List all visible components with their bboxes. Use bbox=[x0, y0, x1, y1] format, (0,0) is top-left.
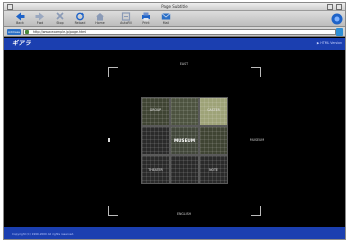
back-button[interactable]: Back bbox=[12, 12, 28, 26]
cell-label: NOTE bbox=[209, 168, 218, 172]
frame-corner-top-right bbox=[251, 67, 261, 77]
back-label: Back bbox=[16, 21, 24, 25]
copyright-text: Copyright (C) 1999-2000 All rights reser… bbox=[12, 232, 75, 236]
map-cell[interactable] bbox=[199, 126, 228, 155]
map-cell-museum[interactable]: MUSEUM bbox=[170, 126, 199, 155]
autofill-label: AutoFill bbox=[120, 21, 132, 25]
stop-button[interactable]: Stop bbox=[52, 12, 68, 26]
autofill-button[interactable]: AutoFill bbox=[118, 12, 134, 26]
cell-label: THEATER bbox=[148, 168, 163, 172]
print-icon bbox=[142, 12, 150, 21]
forward-button[interactable]: Fwd bbox=[32, 12, 48, 26]
forward-label: Fwd bbox=[36, 21, 44, 25]
mail-label: Mail bbox=[162, 21, 170, 25]
map-cell-caster[interactable]: CASTER bbox=[199, 97, 228, 126]
go-button[interactable] bbox=[336, 28, 343, 36]
map-area: EAST ENGLISH MUSEUM GROUP CASTER MUSEUM bbox=[4, 50, 345, 227]
map-cell[interactable] bbox=[170, 97, 199, 126]
site-header: ギアラ ▶ HTML Version bbox=[4, 38, 345, 50]
url-field[interactable]: http://www.example.jp/page.html bbox=[23, 29, 336, 35]
frame-corner-top-left bbox=[108, 67, 118, 77]
print-button[interactable]: Print bbox=[138, 12, 154, 26]
mail-icon bbox=[161, 13, 171, 20]
forward-arrow-icon bbox=[35, 12, 44, 21]
home-label: Home bbox=[95, 21, 105, 25]
map-cell-theater[interactable]: THEATER bbox=[141, 155, 170, 184]
browser-window: Page Subtitle Back Fwd Stop Reload Home … bbox=[3, 2, 346, 240]
stop-icon bbox=[56, 12, 64, 20]
home-icon bbox=[96, 13, 104, 21]
north-link[interactable]: EAST bbox=[164, 62, 204, 66]
south-link[interactable]: ENGLISH bbox=[164, 212, 204, 216]
browser-toolbar: Back Fwd Stop Reload Home AutoFill Print bbox=[4, 11, 345, 27]
east-link[interactable]: MUSEUM bbox=[242, 138, 272, 142]
cell-label: MUSEUM bbox=[173, 138, 195, 143]
reload-button[interactable]: Reload bbox=[72, 12, 88, 26]
title-bar[interactable]: Page Subtitle bbox=[4, 3, 345, 11]
map-cell[interactable] bbox=[170, 155, 199, 184]
map-cell-group[interactable]: GROUP bbox=[141, 97, 170, 126]
address-label: Address bbox=[7, 29, 21, 35]
window-title: Page Subtitle bbox=[161, 4, 188, 9]
autofill-icon bbox=[121, 12, 131, 21]
map-cell-note[interactable]: NOTE bbox=[199, 155, 228, 184]
site-footer: Copyright (C) 1999-2000 All rights reser… bbox=[4, 227, 345, 239]
address-bar: Address http://www.example.jp/page.html bbox=[4, 27, 345, 37]
reload-icon bbox=[76, 12, 84, 21]
html-version-link[interactable]: ▶ HTML Version bbox=[317, 41, 342, 46]
west-arrow-icon[interactable] bbox=[108, 138, 110, 142]
site-logo[interactable]: ギアラ bbox=[12, 40, 31, 48]
frame-corner-bottom-right bbox=[251, 206, 261, 216]
map-cell[interactable] bbox=[141, 126, 170, 155]
stop-label: Stop bbox=[56, 21, 64, 25]
cell-label: GROUP bbox=[149, 108, 162, 112]
cell-label: CASTER bbox=[207, 108, 220, 112]
browser-logo-icon bbox=[331, 13, 343, 25]
page-favicon-icon bbox=[25, 30, 29, 34]
home-button[interactable]: Home bbox=[92, 12, 108, 26]
reload-label: Reload bbox=[74, 21, 86, 25]
mail-button[interactable]: Mail bbox=[158, 12, 174, 26]
museum-map-grid: GROUP CASTER MUSEUM THEATER NOTE bbox=[141, 97, 228, 184]
print-label: Print bbox=[142, 21, 150, 25]
back-arrow-icon bbox=[16, 12, 25, 21]
frame-corner-bottom-left bbox=[108, 206, 118, 216]
